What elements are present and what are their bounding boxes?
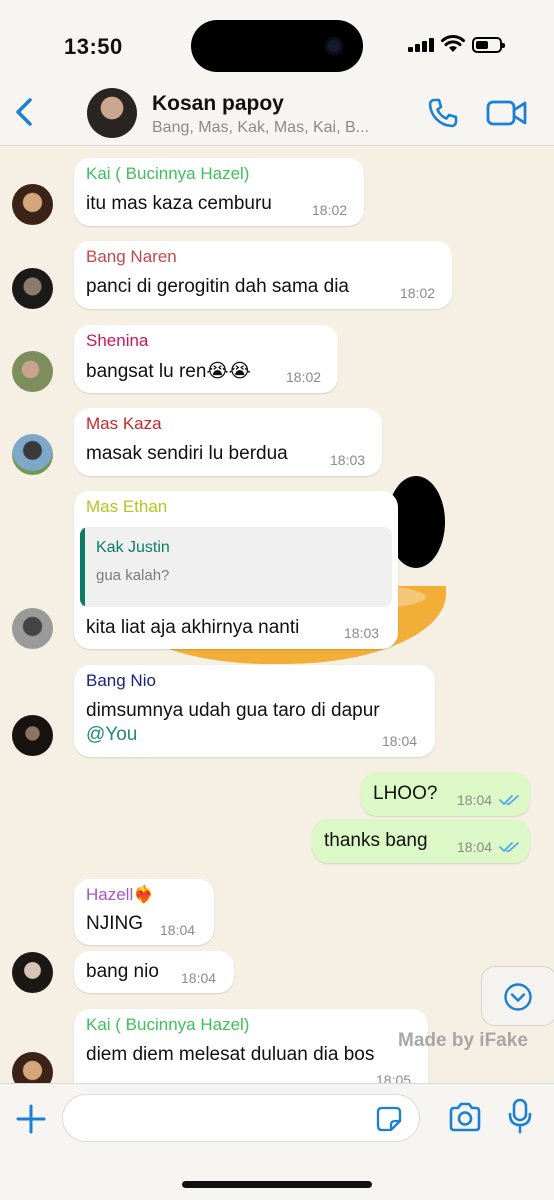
sender-name[interactable]: Hazell❤️‍🔥 <box>86 885 154 905</box>
message-bubble[interactable]: Shenina bangsat lu ren😭😭 18:02 <box>74 325 338 393</box>
outgoing-message-bubble[interactable]: thanks bang 18:04 <box>312 819 530 863</box>
message-time: 18:04 <box>181 970 217 986</box>
video-call-button[interactable] <box>486 98 528 128</box>
sender-name[interactable]: Kai ( Bucinnya Hazel) <box>86 1015 249 1035</box>
watermark: Made by iFake <box>398 1030 528 1051</box>
message-time: 18:04 <box>457 792 493 808</box>
message-text: NJING <box>86 913 143 934</box>
read-receipt-icon <box>499 795 519 805</box>
status-time: 13:50 <box>64 34 123 59</box>
sender-name[interactable]: Bang Naren <box>86 247 177 267</box>
message-text: panci di gerogitin dah sama dia <box>86 276 350 297</box>
message-time: 18:02 <box>400 285 436 301</box>
message-text: masak sendiri lu berdua <box>86 443 288 464</box>
group-avatar[interactable] <box>87 88 137 138</box>
group-members-subtitle[interactable]: Bang, Mas, Kak, Mas, Kai, B... <box>152 119 422 137</box>
outgoing-message-bubble[interactable]: LHOO? 18:04 <box>361 772 530 816</box>
front-camera <box>325 37 343 55</box>
message-text: dimsumnya udah gua taro di dapur <box>86 700 380 721</box>
message-bubble[interactable]: Mas Kaza masak sendiri lu berdua 18:03 <box>74 408 382 476</box>
battery-icon <box>472 37 505 53</box>
home-indicator[interactable] <box>182 1181 372 1188</box>
cellular-signal-icon <box>408 38 436 52</box>
sticker-icon[interactable] <box>376 1106 402 1132</box>
back-button[interactable] <box>10 94 40 130</box>
read-receipt-icon <box>499 842 519 852</box>
status-bar: 13:50 <box>0 0 554 90</box>
sender-name[interactable]: Mas Kaza <box>86 414 162 434</box>
message-bubble[interactable]: bang nio 18:04 <box>74 951 234 993</box>
sender-name[interactable]: Kai ( Bucinnya Hazel) <box>86 164 249 184</box>
avatar-mas-ethan[interactable] <box>12 608 53 649</box>
message-time: 18:03 <box>344 625 380 641</box>
dynamic-island <box>191 20 363 72</box>
avatar-mas-kaza[interactable] <box>12 434 53 475</box>
message-text: bang nio <box>86 961 159 982</box>
message-time: 18:02 <box>286 369 322 385</box>
message-input[interactable] <box>62 1094 420 1142</box>
quote-sender: Kak Justin <box>96 539 170 556</box>
message-time: 18:04 <box>160 922 196 938</box>
message-text: itu mas kaza cemburu <box>86 193 272 214</box>
chevron-down-icon <box>504 983 532 1011</box>
attach-plus-button[interactable] <box>14 1102 48 1136</box>
message-time: 18:03 <box>330 452 366 468</box>
message-time: 18:04 <box>457 839 493 855</box>
message-bubble[interactable]: Hazell❤️‍🔥 NJING 18:04 <box>74 879 214 945</box>
voice-call-button[interactable] <box>426 96 460 130</box>
message-text: LHOO? <box>373 783 438 804</box>
sender-name[interactable]: Mas Ethan <box>86 497 167 517</box>
avatar-bang-nio[interactable] <box>12 715 53 756</box>
avatar-hazell[interactable] <box>12 952 53 993</box>
quote-text: gua kalah? <box>96 567 170 584</box>
avatar-bang-naren[interactable] <box>12 268 53 309</box>
camera-button[interactable] <box>448 1102 482 1132</box>
message-time: 18:04 <box>382 733 418 749</box>
scroll-to-bottom-button[interactable] <box>481 966 554 1026</box>
mention-you[interactable]: @You <box>86 724 137 746</box>
group-title[interactable]: Kosan papoy <box>152 92 284 116</box>
sender-name[interactable]: Shenina <box>86 331 148 351</box>
reply-quote[interactable]: Kak Justin gua kalah? <box>80 527 392 607</box>
message-text: thanks bang <box>324 830 428 851</box>
avatar-shenina[interactable] <box>12 351 53 392</box>
wifi-icon <box>441 35 465 52</box>
chat-header: Kosan papoy Bang, Mas, Kak, Mas, Kai, B.… <box>0 80 554 146</box>
message-time: 18:02 <box>312 202 348 218</box>
quote-bar <box>80 527 85 607</box>
avatar-kai[interactable] <box>12 184 53 225</box>
message-text: kita liat aja akhirnya nanti <box>86 617 300 638</box>
composer-bar <box>0 1083 554 1200</box>
sender-name[interactable]: Bang Nio <box>86 671 156 691</box>
message-text: bangsat lu ren😭😭 <box>86 361 251 382</box>
message-bubble[interactable]: Bang Nio dimsumnya udah gua taro di dapu… <box>74 665 435 757</box>
message-bubble[interactable]: Mas Ethan Kak Justin gua kalah? kita lia… <box>74 491 398 649</box>
message-bubble[interactable]: Bang Naren panci di gerogitin dah sama d… <box>74 241 452 309</box>
microphone-button[interactable] <box>508 1098 532 1134</box>
message-bubble[interactable]: Kai ( Bucinnya Hazel) itu mas kaza cembu… <box>74 158 364 226</box>
message-text: diem diem melesat duluan dia bos <box>86 1044 375 1065</box>
